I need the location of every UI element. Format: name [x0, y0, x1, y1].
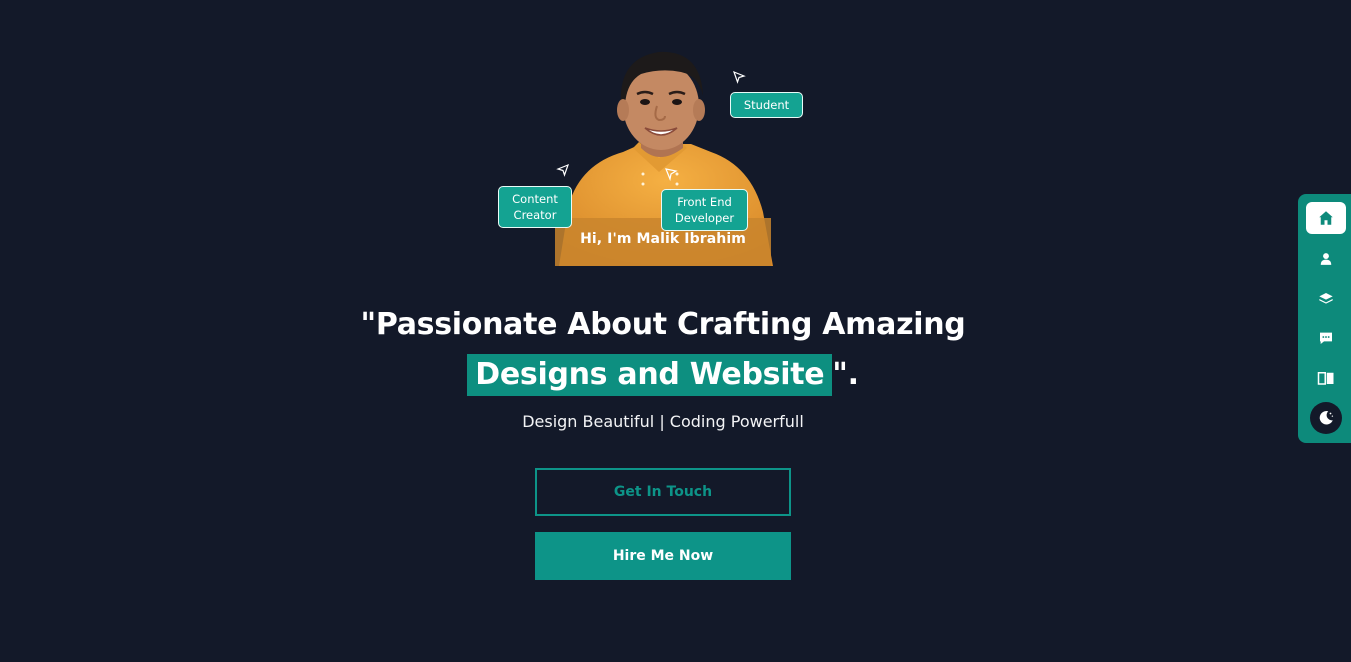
book-icon [1317, 372, 1334, 385]
pointer-arrow-icon [732, 70, 746, 84]
tag-content-creator: Content Creator [498, 186, 572, 228]
home-icon [1319, 211, 1333, 225]
nav-portfolio[interactable] [1306, 362, 1346, 394]
pointer-arrow-icon [556, 163, 570, 177]
moon-icon [1319, 411, 1334, 425]
theme-toggle-button[interactable] [1310, 402, 1342, 434]
tag-student: Student [730, 92, 803, 118]
user-icon [1320, 253, 1332, 265]
headline-end: ". [832, 357, 859, 392]
nav-testimonials[interactable] [1306, 322, 1346, 354]
hire-me-button[interactable]: Hire Me Now [535, 532, 791, 580]
chat-icon [1320, 332, 1332, 344]
nav-about[interactable] [1306, 243, 1346, 275]
hero-subtitle: Design Beautiful | Coding Powerfull [522, 412, 804, 431]
pointer-arrow-icon [665, 168, 678, 181]
nav-services[interactable] [1306, 283, 1346, 315]
nav-home[interactable] [1306, 202, 1346, 234]
tag-front-end-developer: Front End Developer [661, 189, 748, 231]
hero-headline: "Passionate About Crafting Amazing Desig… [300, 300, 1026, 400]
headline-highlight: Designs and Website [467, 354, 833, 396]
hero-greeting: Hi, I'm Malik Ibrahim [580, 231, 746, 247]
headline-line2: Designs and Website ". [467, 350, 859, 400]
get-in-touch-button[interactable]: Get In Touch [535, 468, 791, 516]
headline-line1: "Passionate About Crafting Amazing [360, 307, 966, 342]
side-navigation [1298, 194, 1351, 443]
layers-icon [1319, 293, 1333, 304]
